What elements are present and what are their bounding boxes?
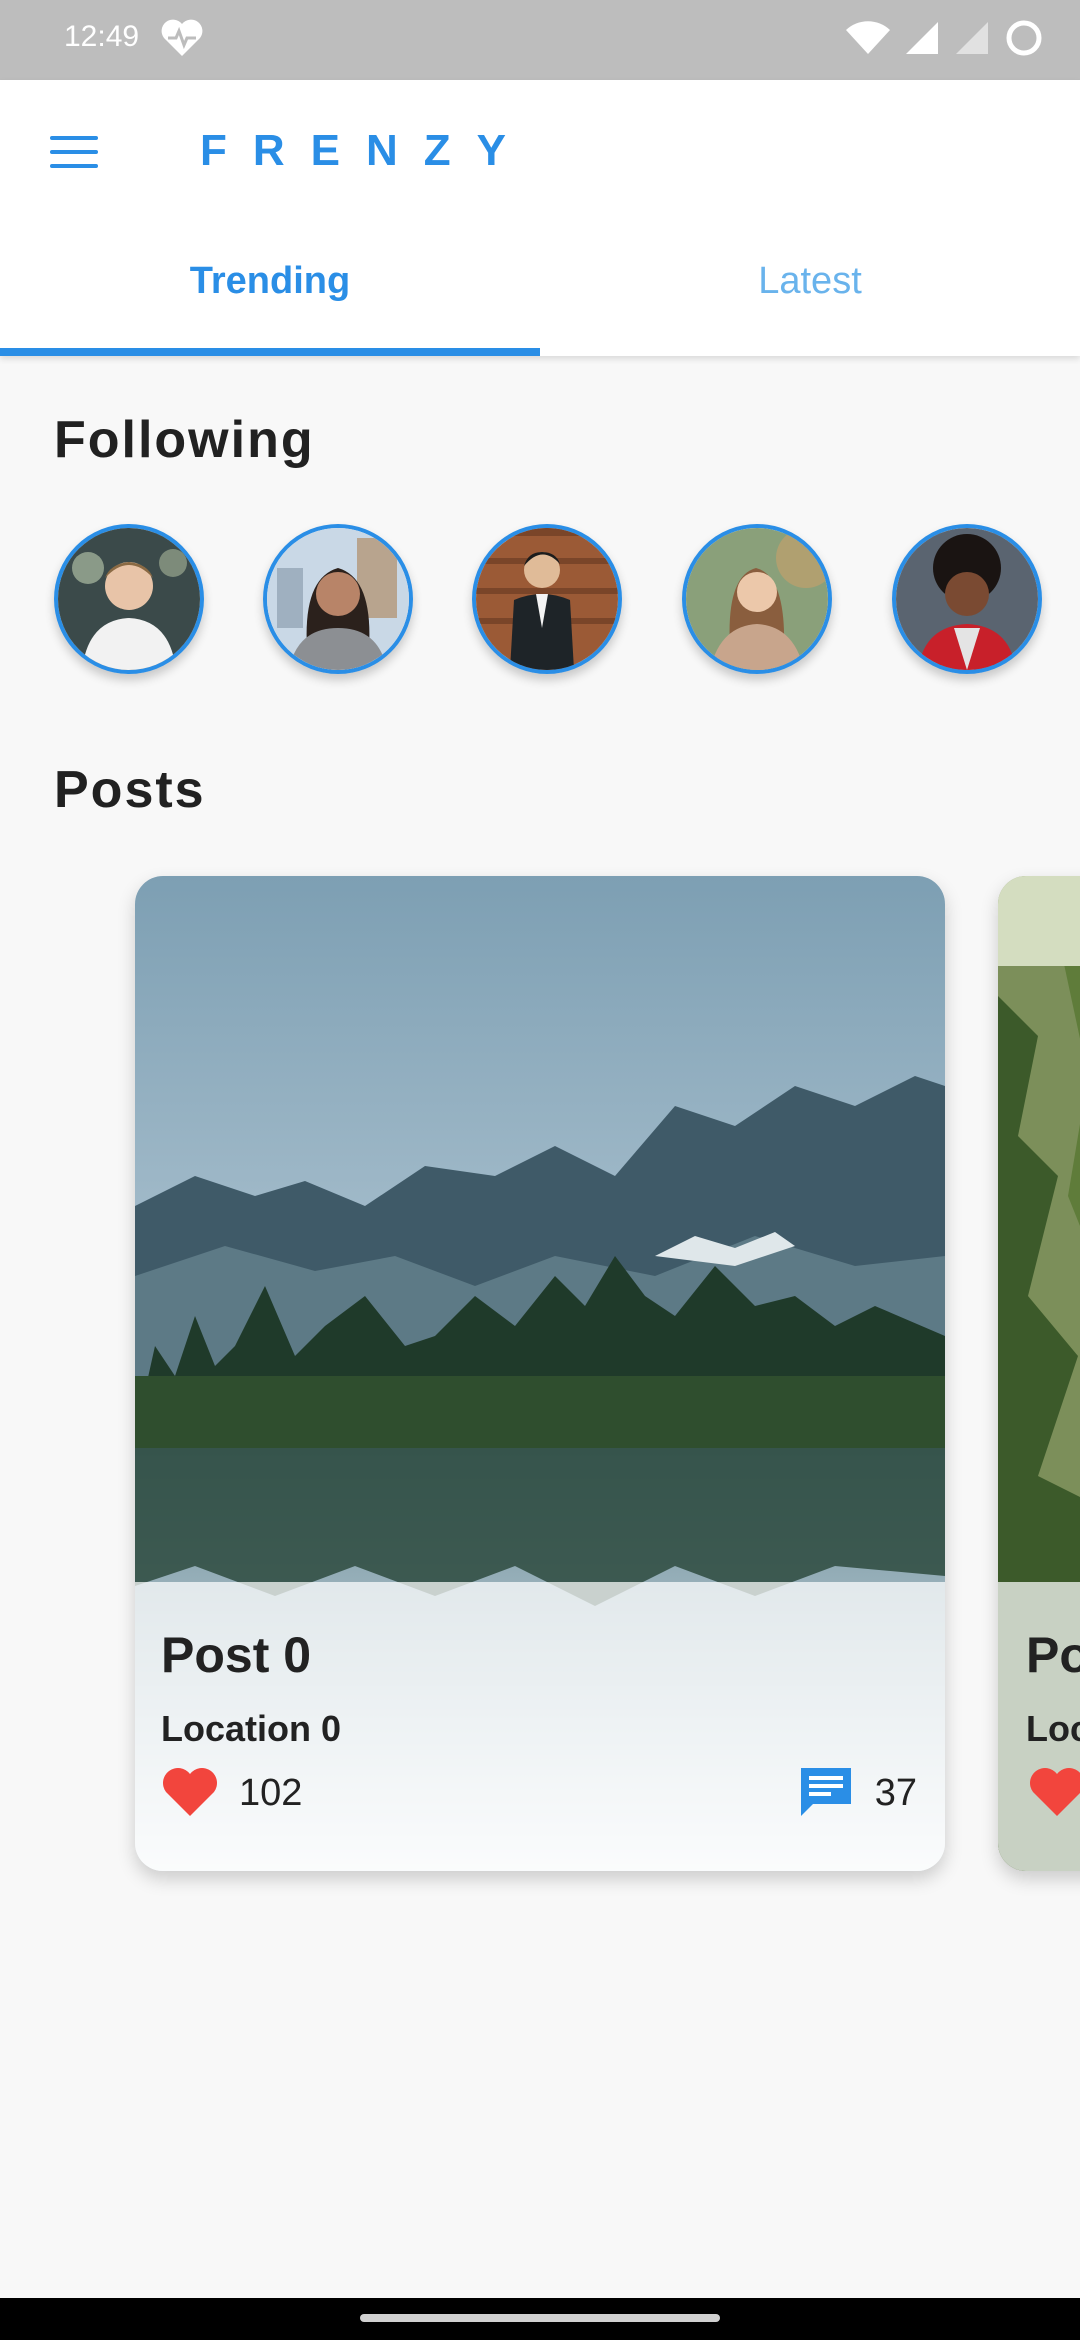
avatar[interactable] (263, 524, 413, 674)
tab-indicator (0, 348, 540, 356)
wifi-icon (846, 20, 890, 61)
tab-latest[interactable]: Latest (540, 260, 1080, 303)
avatar[interactable] (682, 524, 832, 674)
system-nav-bar (0, 2298, 1080, 2340)
post-title: Post 0 (161, 1627, 312, 1683)
post-location: Location 0 (161, 1708, 342, 1749)
post-title: Po (1026, 1627, 1080, 1683)
status-bar: 12:49 (0, 0, 1080, 80)
comment-icon[interactable] (797, 1764, 855, 1825)
heart-icon[interactable] (161, 1766, 219, 1823)
menu-icon[interactable] (50, 136, 98, 170)
post-card[interactable]: Post 0 Location 0 102 37 (135, 876, 945, 1871)
app-title: FRENZY (200, 126, 532, 175)
post-location: Loc (1026, 1708, 1080, 1749)
like-count: 102 (239, 1772, 303, 1814)
avatar[interactable] (472, 524, 622, 674)
heart-monitor-icon (160, 18, 204, 63)
posts-heading: Posts (54, 761, 206, 819)
following-heading: Following (54, 411, 315, 469)
signal-icon (954, 20, 990, 61)
post-info: Po Loc (998, 1582, 1080, 1871)
app-bar: FRENZY Trending Latest (0, 80, 1080, 356)
post-card[interactable]: Po Loc (998, 876, 1080, 1871)
home-indicator[interactable] (360, 2314, 720, 2322)
status-icons (846, 18, 1044, 63)
heart-icon[interactable] (1028, 1766, 1080, 1823)
signal-icon (904, 20, 940, 61)
tab-trending[interactable]: Trending (0, 260, 540, 303)
loading-icon (1004, 18, 1044, 63)
post-info: Post 0 Location 0 102 37 (135, 1582, 945, 1871)
avatar[interactable] (54, 524, 204, 674)
comment-count: 37 (874, 1772, 917, 1814)
status-time: 12:49 (64, 20, 140, 53)
avatar[interactable] (892, 524, 1042, 674)
